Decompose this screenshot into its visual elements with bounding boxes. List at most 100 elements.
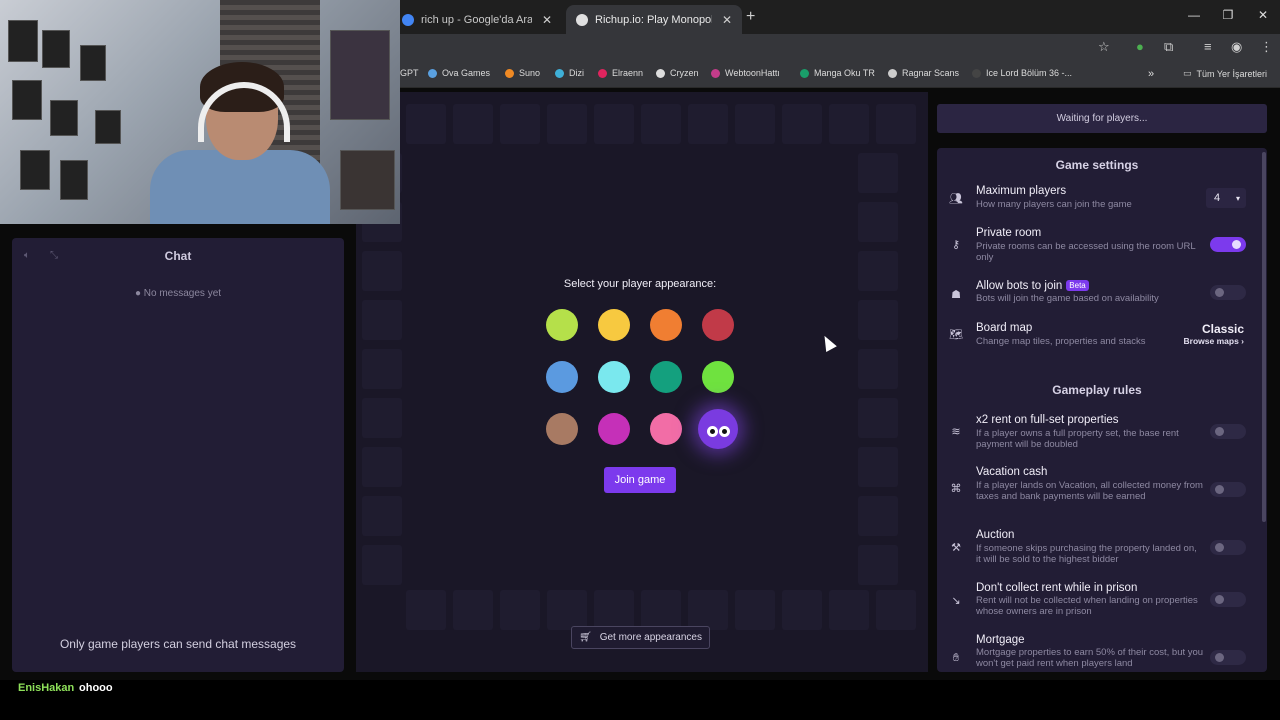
tab-close-icon[interactable]: ✕ <box>542 13 552 27</box>
appearance-swatch[interactable] <box>546 413 578 445</box>
appearance-swatch[interactable] <box>598 309 630 341</box>
board-tile <box>858 153 898 193</box>
appearance-swatch[interactable] <box>546 309 578 341</box>
max-players-select[interactable]: 4 ▾ <box>1206 188 1246 208</box>
bookmark-icon <box>505 68 514 78</box>
bookmark-item[interactable]: Suno <box>505 68 540 78</box>
board-tile <box>453 590 493 630</box>
more-appearances-label: Get more appearances <box>599 632 702 643</box>
bookmark-icon <box>598 68 607 78</box>
bookmark-label: Cryzen <box>670 68 699 78</box>
bookmarks-overflow-button[interactable]: » <box>1148 68 1154 80</box>
gavel-icon: ⚒ <box>951 542 961 554</box>
hand-coins-icon: ✋︎ <box>952 652 960 664</box>
tab-richup[interactable]: Richup.io: Play Monopoly Alternative ✕ <box>566 5 742 34</box>
new-tab-button[interactable]: + <box>746 8 755 26</box>
appearance-swatch[interactable] <box>650 413 682 445</box>
max-players-desc: How many players can join the game <box>976 199 1132 210</box>
map-icon: 🗺︎ <box>949 329 963 341</box>
tab-google-search[interactable]: rich up - Google'da Ara ✕ <box>392 5 562 34</box>
toggle-knob <box>1215 427 1224 436</box>
board-tile <box>858 447 898 487</box>
richup-favicon-icon <box>576 13 588 26</box>
board-tile <box>688 104 728 144</box>
bookmark-item[interactable]: Ice Lord Bölüm 36 -... <box>972 68 1072 78</box>
board-tile <box>782 590 822 630</box>
board-tile <box>829 590 869 630</box>
x2-rent-toggle[interactable] <box>1210 424 1246 439</box>
appearance-swatch[interactable] <box>698 409 738 449</box>
bookmark-item[interactable]: Manga Oku TR <box>800 68 875 78</box>
chat-empty-text: No messages yet <box>143 288 222 299</box>
allow-bots-toggle[interactable] <box>1210 285 1246 300</box>
bookmark-label: Ragnar Scans <box>902 68 960 78</box>
tab-close-icon[interactable]: ✕ <box>722 13 732 27</box>
appearance-swatch[interactable] <box>598 413 630 445</box>
appearance-swatch[interactable] <box>650 309 682 341</box>
auction-title: Auction <box>976 529 1015 541</box>
all-bookmarks-button[interactable]: ▭ Tüm Yer İşaretleri <box>1183 68 1267 79</box>
allow-bots-desc: Bots will join the game based on availab… <box>976 293 1159 304</box>
board-tile <box>641 590 681 630</box>
menu-icon[interactable]: ⋮ <box>1260 39 1273 55</box>
prison-rent-toggle[interactable] <box>1210 592 1246 607</box>
mortgage-toggle[interactable] <box>1210 650 1246 665</box>
bookmark-item[interactable]: Ragnar Scans <box>888 68 959 78</box>
bot-icon: ☗ <box>951 289 961 301</box>
prison-rent-title: Don't collect rent while in prison <box>976 582 1138 594</box>
stream-chat-username: EnisHakan <box>18 682 75 694</box>
appearance-swatch[interactable] <box>650 361 682 393</box>
bookmark-item[interactable]: Dizi <box>555 68 584 78</box>
join-game-button[interactable]: Join game <box>604 467 676 493</box>
board-tile <box>782 104 822 144</box>
coins-icon: ≋ <box>951 426 961 438</box>
vacation-cash-toggle[interactable] <box>1210 482 1246 497</box>
users-icon: 👥︎ <box>949 193 963 205</box>
puzzle-icon[interactable]: ⧉ <box>1164 39 1173 55</box>
board-tile <box>547 590 587 630</box>
bookmark-icon <box>800 68 809 78</box>
board-tile <box>858 398 898 438</box>
bookmark-item[interactable]: WebtoonHattı <box>711 68 780 78</box>
maximize-button[interactable]: ❐ <box>1221 8 1235 22</box>
board-tile <box>547 104 587 144</box>
bookmark-item[interactable]: Ova Games <box>428 68 490 78</box>
tab-title: Richup.io: Play Monopoly Alternative <box>595 13 712 26</box>
get-more-appearances-button[interactable]: 🛒︎ Get more appearances <box>571 626 710 649</box>
wall-poster <box>50 100 78 136</box>
extension-icon[interactable]: ● <box>1136 39 1144 54</box>
bookmark-item[interactable]: Elraenn <box>598 68 643 78</box>
minimize-button[interactable]: — <box>1187 8 1201 22</box>
wall-poster <box>95 110 121 144</box>
cart-icon: 🛒︎ <box>579 632 592 643</box>
board-tile <box>858 349 898 389</box>
chat-empty-state: ● No messages yet <box>12 288 344 299</box>
media-icon[interactable]: ≡ <box>1204 39 1212 54</box>
settings-scrollbar[interactable] <box>1262 152 1266 522</box>
appearance-swatch[interactable] <box>702 309 734 341</box>
star-icon[interactable]: ☆ <box>1098 39 1110 55</box>
appearance-title: Select your player appearance: <box>563 278 717 290</box>
toggle-knob <box>1215 595 1224 604</box>
private-room-toggle[interactable] <box>1210 237 1246 252</box>
stream-chat-strip <box>0 680 1280 720</box>
close-window-button[interactable]: ✕ <box>1256 8 1270 22</box>
screen: rich up - Google'da Ara ✕ Richup.io: Pla… <box>0 0 1280 720</box>
bookmark-label: Elraenn <box>612 68 644 78</box>
wall-poster <box>20 150 50 190</box>
auction-toggle[interactable] <box>1210 540 1246 555</box>
bookmark-item[interactable]: Cryzen <box>656 68 699 78</box>
appearance-swatch[interactable] <box>702 361 734 393</box>
browse-maps-link[interactable]: Browse maps › <box>1160 336 1244 346</box>
chart-down-icon: ↘ <box>951 595 961 607</box>
appearance-swatch[interactable] <box>598 361 630 393</box>
board-tile <box>688 590 728 630</box>
wall-poster <box>8 20 38 62</box>
bookmark-item[interactable]: GPT <box>400 68 419 78</box>
google-favicon-icon <box>402 13 414 26</box>
wall-poster <box>60 160 88 200</box>
palm-tree-icon: ⌘ <box>950 483 962 495</box>
appearance-swatch[interactable] <box>546 361 578 393</box>
eye-icon <box>719 426 730 437</box>
profile-icon[interactable]: ◉ <box>1231 39 1242 55</box>
